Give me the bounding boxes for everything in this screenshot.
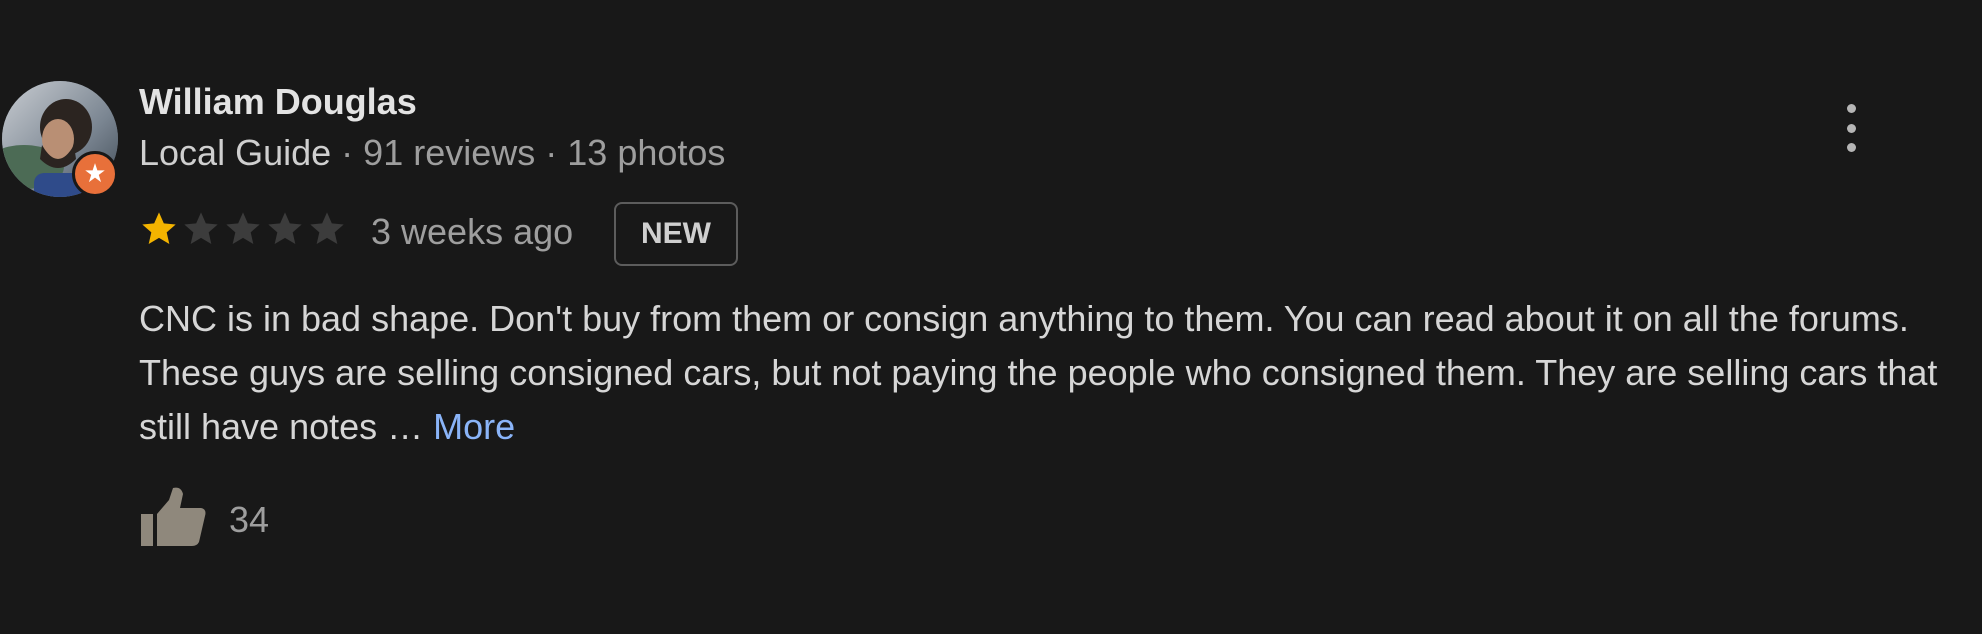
reviewer-meta: Local Guide · 91 reviews · 13 photos <box>139 131 725 175</box>
star-empty-icon <box>268 212 302 244</box>
review-card: William Douglas Local Guide · 91 reviews… <box>0 0 1982 634</box>
local-guide-star-icon <box>72 151 118 197</box>
more-vertical-icon[interactable] <box>1836 104 1866 152</box>
new-badge: NEW <box>614 202 738 266</box>
more-link[interactable]: More <box>433 406 515 447</box>
review-time: 3 weeks ago <box>371 211 574 252</box>
star-empty-icon <box>184 212 218 244</box>
photo-count: 13 photos <box>567 132 726 173</box>
meta-separator: · <box>545 132 558 173</box>
review-count: 91 reviews <box>363 132 536 173</box>
meta-separator: · <box>341 132 354 173</box>
reviewer-name[interactable]: William Douglas <box>139 80 417 124</box>
star-rating <box>139 209 347 249</box>
review-body: CNC is in bad shape. Don't buy from them… <box>139 298 1938 447</box>
thumbs-up-icon <box>139 486 207 553</box>
review-text: CNC is in bad shape. Don't buy from them… <box>139 292 1959 454</box>
like-count: 34 <box>229 498 270 540</box>
star-empty-icon <box>226 212 260 244</box>
local-guide-label: Local Guide <box>139 132 332 173</box>
star-filled-icon <box>142 212 176 244</box>
avatar[interactable] <box>2 81 118 197</box>
star-empty-icon <box>310 212 344 244</box>
like-button[interactable]: 34 <box>139 486 269 553</box>
